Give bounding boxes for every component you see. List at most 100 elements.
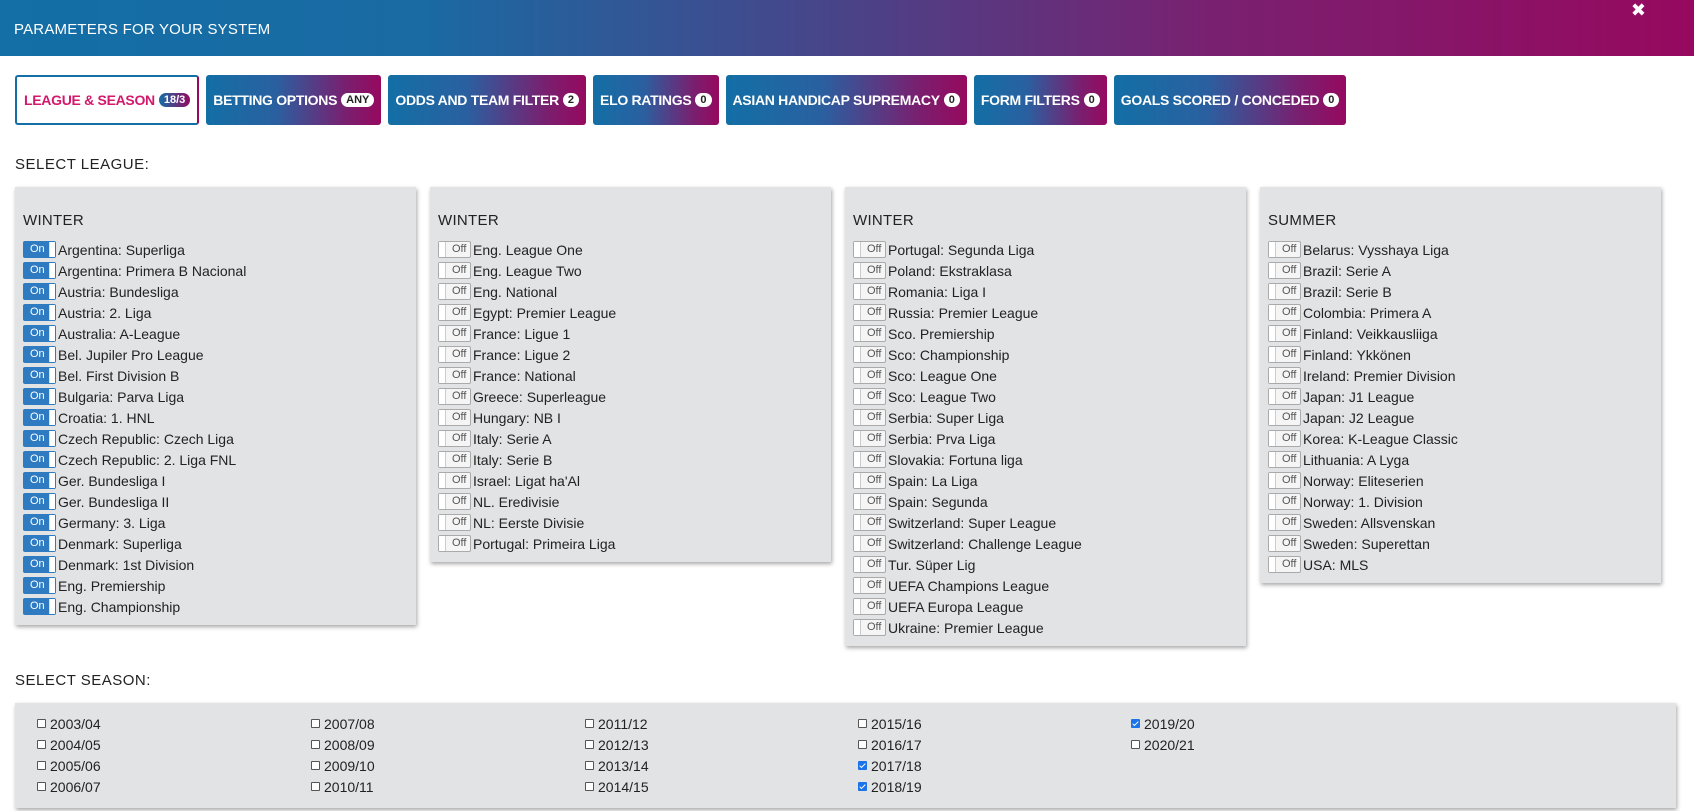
league-toggle[interactable]: On [23,325,56,342]
season-checkbox[interactable] [37,740,46,749]
league-toggle[interactable]: On [23,367,56,384]
league-toggle[interactable]: Off [438,409,471,426]
tab-asian-handicap-supremacy[interactable]: ASIAN HANDICAP SUPREMACY 0 [725,75,967,125]
toggle-label: Off [1282,285,1297,297]
tab-goals-scored-conceded[interactable]: GOALS SCORED / CONCEDED 0 [1113,75,1347,125]
league-toggle[interactable]: Off [853,472,886,489]
league-toggle[interactable]: Off [1268,367,1301,384]
league-toggle[interactable]: Off [853,346,886,363]
league-toggle[interactable]: On [23,535,56,552]
league-toggle[interactable]: On [23,262,56,279]
league-toggle[interactable]: Off [438,388,471,405]
season-checkbox[interactable] [585,740,594,749]
season-checkbox[interactable] [585,782,594,791]
league-toggle[interactable]: On [23,556,56,573]
league-toggle[interactable]: Off [438,535,471,552]
league-name: France: Ligue 1 [473,325,571,342]
league-toggle[interactable]: Off [1268,493,1301,510]
league-toggle[interactable]: Off [438,262,471,279]
league-toggle[interactable]: Off [438,430,471,447]
league-toggle[interactable]: On [23,514,56,531]
league-toggle[interactable]: Off [853,514,886,531]
league-toggle[interactable]: Off [1268,325,1301,342]
season-checkbox[interactable] [585,761,594,770]
league-toggle[interactable]: Off [853,556,886,573]
league-toggle[interactable]: Off [1268,241,1301,258]
league-toggle[interactable]: Off [853,451,886,468]
league-toggle[interactable]: Off [853,619,886,636]
season-checkbox[interactable] [585,719,594,728]
league-toggle[interactable]: On [23,346,56,363]
tab-betting-options[interactable]: BETTING OPTIONS ANY [206,75,382,125]
league-toggle[interactable]: Off [853,493,886,510]
league-toggle[interactable]: Off [1268,283,1301,300]
league-toggle[interactable]: Off [853,325,886,342]
tab-elo-ratings[interactable]: ELO RATINGS 0 [593,75,719,125]
league-toggle[interactable]: On [23,598,56,615]
league-toggle[interactable]: Off [438,346,471,363]
league-toggle[interactable]: Off [1268,514,1301,531]
league-toggle[interactable]: Off [853,409,886,426]
league-toggle[interactable]: On [23,388,56,405]
modal-title: PARAMETERS FOR YOUR SYSTEM [14,21,271,38]
league-toggle[interactable]: Off [1268,451,1301,468]
league-toggle[interactable]: Off [1268,346,1301,363]
league-toggle[interactable]: Off [853,577,886,594]
league-toggle[interactable]: On [23,241,56,258]
league-toggle[interactable]: Off [1268,388,1301,405]
league-toggle[interactable]: On [23,304,56,321]
league-toggle[interactable]: On [23,430,56,447]
league-toggle[interactable]: On [23,493,56,510]
league-toggle[interactable]: Off [438,493,471,510]
league-toggle[interactable]: Off [438,367,471,384]
league-toggle[interactable]: Off [853,388,886,405]
league-toggle[interactable]: Off [1268,409,1301,426]
season-checkbox[interactable] [37,761,46,770]
league-toggle[interactable]: On [23,472,56,489]
season-checkbox[interactable] [858,761,867,770]
season-checkbox[interactable] [311,782,320,791]
league-toggle[interactable]: On [23,283,56,300]
league-toggle[interactable]: Off [1268,472,1301,489]
league-toggle[interactable]: On [23,451,56,468]
tab-league-season[interactable]: LEAGUE & SEASON 18/3 [15,75,200,125]
tab-odds-team-filter[interactable]: ODDS AND TEAM FILTER 2 [388,75,587,125]
season-checkbox[interactable] [37,719,46,728]
tab-form-filters[interactable]: FORM FILTERS 0 [973,75,1107,125]
league-name: Israel: Ligat ha'Al [473,472,580,489]
close-icon[interactable]: ✖ [1631,0,1646,21]
season-row: 2009/10 [311,755,375,776]
league-toggle[interactable]: Off [438,451,471,468]
league-toggle[interactable]: Off [1268,262,1301,279]
season-checkbox[interactable] [311,740,320,749]
league-toggle[interactable]: Off [438,241,471,258]
league-toggle[interactable]: Off [1268,535,1301,552]
league-toggle[interactable]: Off [853,283,886,300]
league-toggle[interactable]: Off [853,262,886,279]
season-checkbox[interactable] [1131,719,1140,728]
season-checkbox[interactable] [311,719,320,728]
season-checkbox[interactable] [858,719,867,728]
league-toggle[interactable]: Off [438,283,471,300]
league-toggle[interactable]: Off [853,535,886,552]
season-checkbox[interactable] [858,782,867,791]
league-toggle[interactable]: Off [1268,556,1301,573]
league-toggle[interactable]: Off [853,304,886,321]
league-toggle[interactable]: Off [853,367,886,384]
season-checkbox[interactable] [858,740,867,749]
league-toggle[interactable]: Off [438,325,471,342]
season-checkbox[interactable] [37,782,46,791]
league-toggle[interactable]: Off [853,430,886,447]
league-toggle[interactable]: Off [438,304,471,321]
league-toggle[interactable]: Off [1268,430,1301,447]
league-toggle[interactable]: On [23,409,56,426]
league-toggle[interactable]: Off [438,472,471,489]
league-toggle[interactable]: Off [853,598,886,615]
league-toggle[interactable]: Off [438,514,471,531]
league-toggle[interactable]: Off [853,241,886,258]
season-checkbox[interactable] [1131,740,1140,749]
league-toggle[interactable]: On [23,577,56,594]
league-row: Off Norway: 1. Division [1268,491,1653,512]
league-toggle[interactable]: Off [1268,304,1301,321]
season-checkbox[interactable] [311,761,320,770]
